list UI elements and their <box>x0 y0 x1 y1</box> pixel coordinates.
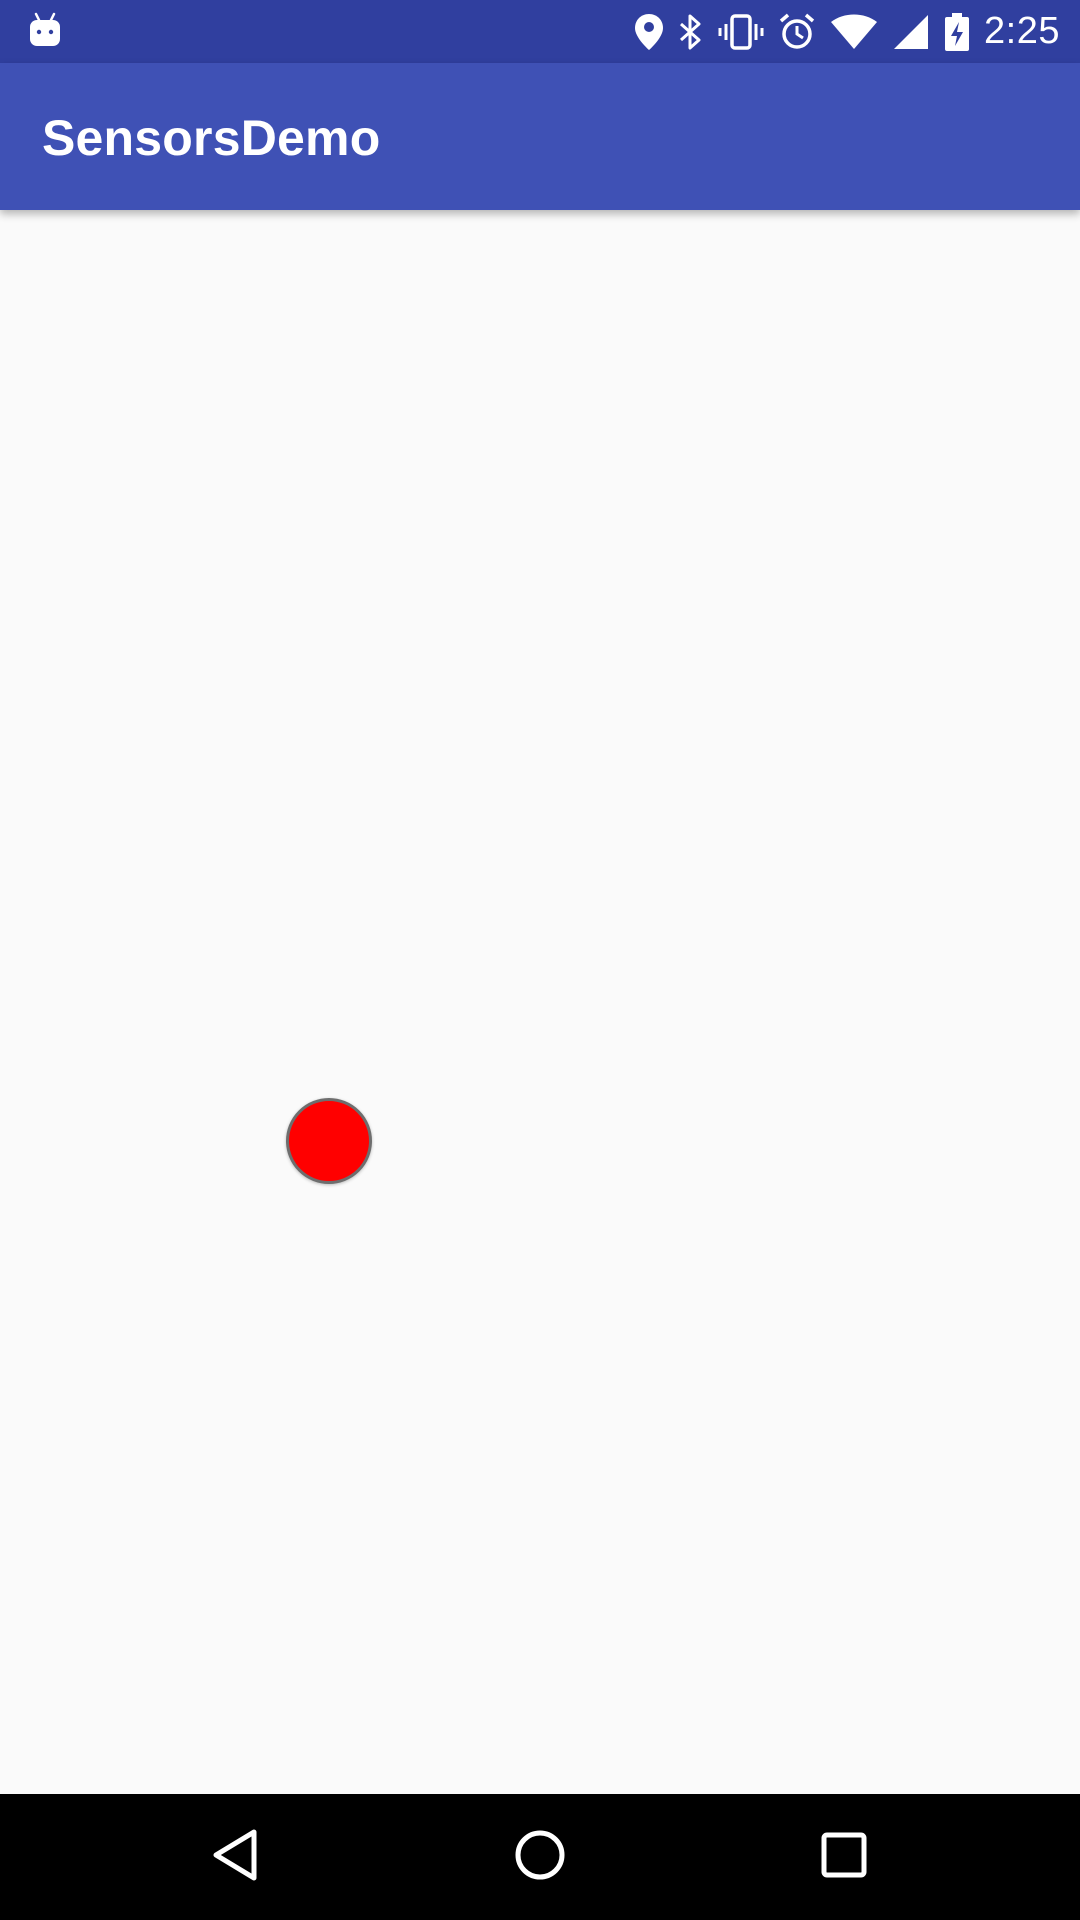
location-icon <box>634 13 664 51</box>
android-icon <box>28 12 62 53</box>
recents-button[interactable] <box>764 1794 924 1920</box>
back-button[interactable] <box>155 1794 315 1920</box>
vibrate-icon <box>718 13 764 51</box>
system-icons: 2:25 <box>620 0 1060 63</box>
back-icon <box>210 1828 260 1887</box>
app-title: SensorsDemo <box>42 110 381 166</box>
home-button[interactable] <box>460 1794 620 1920</box>
navigation-bar <box>0 1794 1080 1920</box>
bluetooth-icon <box>678 13 704 51</box>
notification-area <box>28 8 62 56</box>
home-icon <box>513 1828 567 1887</box>
alarm-icon <box>778 13 816 51</box>
battery-charging-icon <box>944 12 970 52</box>
status-bar: 2:25 <box>0 0 1080 63</box>
wifi-icon <box>830 14 878 50</box>
ball <box>286 1098 372 1184</box>
sensor-canvas[interactable] <box>0 210 1080 1794</box>
app-bar: SensorsDemo <box>0 63 1080 210</box>
signal-icon <box>892 14 930 50</box>
recents-icon <box>819 1830 869 1885</box>
status-time: 2:25 <box>984 10 1060 52</box>
